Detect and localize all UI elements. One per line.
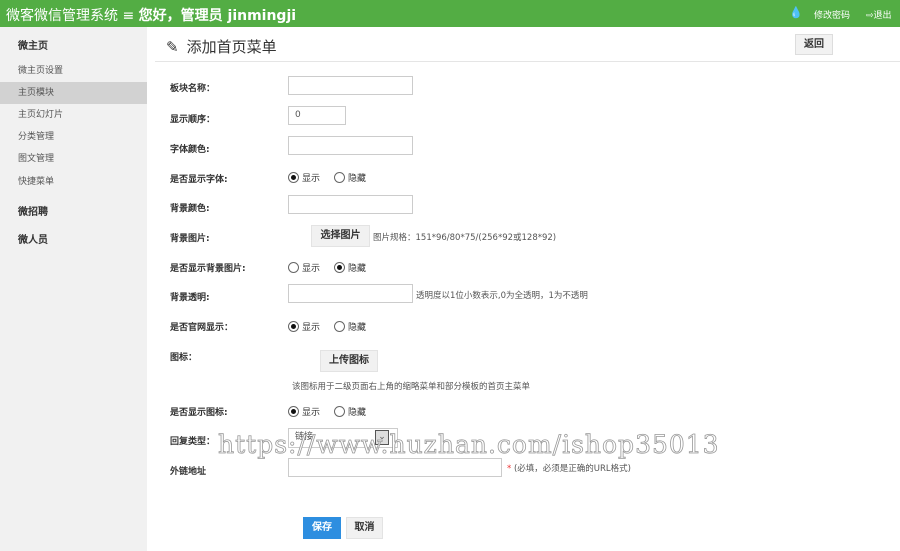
show-bg-image-label: 是否显示背景图片: [170,264,246,274]
site-show-label: 是否官网显示： [170,323,234,333]
sidebar-item-home-settings[interactable]: 微主页设置 [0,60,147,82]
show-font-label: 是否显示字体: [170,175,228,185]
order-label: 显示顺序： [170,115,216,125]
logout-label: 退出 [873,11,892,21]
image-spec-hint: 图片规格：151*96/80*75/(256*92或128*92) [373,233,557,243]
show-icon-label: 是否显示图标: [170,408,228,418]
greeting: 您好，管理员 jinmingji [138,8,297,24]
show-bg-image-radio-group: 显示 隐藏 [288,261,366,274]
watermark: https://www.huzhan.com/ishop35013 [218,430,720,460]
radio-label: 显示 [302,264,321,274]
radio-label: 隐藏 [348,323,367,333]
show-icon-radio-show[interactable] [288,406,299,417]
bg-alpha-input[interactable] [288,284,413,303]
sidebar-item-articles[interactable]: 图文管理 [0,148,147,170]
radio-label: 显示 [302,174,321,184]
bg-alpha-label: 背景透明: [170,293,210,303]
order-input[interactable]: 0 [288,106,346,125]
show-icon-radio-group: 显示 隐藏 [288,405,366,418]
show-bg-image-radio-hide[interactable] [334,262,346,273]
sidebar-group-home[interactable]: 微主页 [0,36,147,58]
icon-hint: 该图标用于二级页面右上角的缩略菜单和部分模板的首页主菜单 [292,382,531,392]
bg-color-input[interactable] [288,195,413,214]
choose-image-button[interactable]: 选择图片 [311,225,370,247]
sidebar-group-recruit[interactable]: 微招聘 [0,202,147,224]
radio-label: 显示 [302,323,321,333]
logout-link[interactable]: ⇨退出 [866,8,892,21]
block-name-input[interactable] [288,76,413,95]
show-icon-radio-hide[interactable] [334,406,346,417]
sidebar-item-slides[interactable]: 主页幻灯片 [0,104,147,126]
back-button[interactable]: 返回 [795,34,833,55]
show-font-radio-show[interactable] [288,172,299,183]
link-hint-text: (必填，必须是正确的URL格式) [513,464,631,474]
bg-image-label: 背景图片: [170,234,210,244]
show-bg-image-radio-show[interactable] [288,262,299,273]
change-password-link[interactable]: 修改密码 [814,8,850,21]
edit-icon: ✎ [166,38,179,56]
site-show-radio-group: 显示 隐藏 [288,320,366,333]
system-name: 微客微信管理系统 [6,8,118,24]
link-input[interactable] [288,458,502,477]
page-title: ✎ 添加首页菜单 [166,36,277,57]
page-title-text: 添加首页菜单 [186,38,277,56]
upload-icon-button[interactable]: 上传图标 [320,350,378,372]
sidebar: 微主页 微主页设置 主页模块 主页幻灯片 分类管理 图文管理 快捷菜单 微招聘 … [0,27,147,551]
link-label: 外链地址 [170,467,207,477]
radio-label: 隐藏 [348,264,367,274]
font-color-input[interactable] [288,136,413,155]
brand: 微客微信管理系统 ≡ 您好，管理员 jinmingji [6,5,296,25]
reply-type-label: 回复类型： [170,437,216,447]
divider [155,61,900,62]
font-color-label: 字体颜色: [170,145,210,155]
show-font-radio-group: 显示 隐藏 [288,171,366,184]
sidebar-item-shortcut-menu[interactable]: 快捷菜单 [0,171,147,193]
sidebar-item-home-modules[interactable]: 主页模块 [0,82,147,104]
alpha-hint: 透明度以1位小数表示,0为全透明，1为不透明 [416,291,588,301]
site-show-radio-hide[interactable] [334,321,346,332]
drop-icon[interactable]: 💧 [789,6,803,19]
cancel-button[interactable]: 取消 [346,517,383,539]
top-header: 微客微信管理系统 ≡ 您好，管理员 jinmingji 💧 修改密码 ⇨退出 [0,0,900,27]
show-font-radio-hide[interactable] [334,172,346,183]
required-mark: * [507,464,512,474]
radio-label: 隐藏 [348,408,367,418]
icon-label: 图标： [170,353,198,363]
bg-color-label: 背景颜色: [170,204,210,214]
sidebar-item-categories[interactable]: 分类管理 [0,126,147,148]
logout-icon: ⇨ [866,11,874,21]
radio-label: 显示 [302,408,321,418]
link-hint: * (必填，必须是正确的URL格式) [507,462,631,474]
block-name-label: 板块名称： [170,84,216,94]
menu-toggle-icon[interactable]: ≡ [122,8,134,24]
save-button[interactable]: 保存 [303,517,341,539]
radio-label: 隐藏 [348,174,367,184]
site-show-radio-show[interactable] [288,321,299,332]
sidebar-group-staff[interactable]: 微人员 [0,230,147,252]
